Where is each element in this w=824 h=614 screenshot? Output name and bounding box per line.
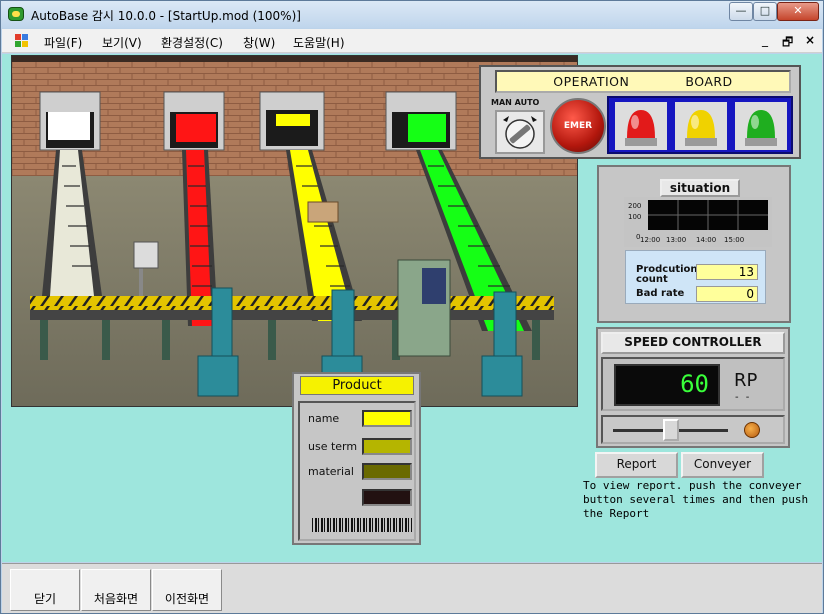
product-use-term-label: use term bbox=[308, 440, 358, 453]
title-bar[interactable]: AutoBase 감시 10.0.0 - [StartUp.mod (100%)… bbox=[1, 1, 823, 28]
mdi-restore-button[interactable]: 🗗 bbox=[782, 33, 793, 54]
speed-readout: 60 bbox=[614, 364, 720, 406]
home-screen-button[interactable]: 처음화면 bbox=[81, 569, 151, 611]
close-screen-button[interactable]: 닫기 bbox=[10, 569, 80, 611]
autobase-icon bbox=[8, 7, 24, 21]
operation-board: OPERATION BOARD MAN AUTO EMER bbox=[479, 65, 801, 159]
situation-title: situation bbox=[660, 179, 740, 197]
production-trend-chart: 200 100 0 12:00 13:00 14:00 15:00 bbox=[624, 197, 772, 247]
red-lamp-icon[interactable] bbox=[615, 102, 667, 150]
man-label: MAN bbox=[491, 98, 512, 107]
menu-file[interactable]: 파일(F) bbox=[44, 34, 82, 51]
maximize-button[interactable]: □ bbox=[753, 2, 777, 21]
lane-1-indicator bbox=[48, 112, 90, 140]
lane-2-indicator bbox=[176, 114, 216, 142]
emergency-stop-button[interactable]: EMER bbox=[550, 98, 606, 154]
window-title: AutoBase 감시 10.0.0 - [StartUp.mod (100%)… bbox=[31, 9, 301, 23]
production-count-value: 13 bbox=[696, 264, 758, 280]
x-tick-1500: 15:00 bbox=[724, 236, 744, 244]
auto-label: AUTO bbox=[514, 98, 540, 107]
operation-board-title: OPERATION BOARD bbox=[495, 70, 791, 93]
x-tick-1400: 14:00 bbox=[696, 236, 716, 244]
speed-controller-panel: SPEED CONTROLLER 60 RP - - bbox=[596, 327, 790, 448]
production-counts-box: Prodcution count 13 Bad rate 0 bbox=[625, 250, 766, 304]
y-tick-200: 200 bbox=[628, 202, 641, 210]
operation-title-left: OPERATION bbox=[553, 74, 630, 89]
previous-screen-button[interactable]: 이전화면 bbox=[152, 569, 222, 611]
signal-lamp-panel bbox=[607, 96, 793, 154]
bad-rate-label: Bad rate bbox=[636, 288, 685, 299]
product-name-swatch bbox=[362, 410, 412, 427]
operation-title-right: BOARD bbox=[685, 74, 733, 89]
product-material-label: material bbox=[308, 465, 354, 478]
document-menu-icon[interactable] bbox=[15, 34, 29, 47]
menu-window[interactable]: 창(W) bbox=[243, 34, 275, 51]
product-name-label: name bbox=[308, 412, 340, 425]
product-title: Product bbox=[300, 376, 414, 395]
speed-display-frame: 60 RP - - bbox=[601, 357, 785, 411]
conveyer-button[interactable]: Conveyer bbox=[681, 452, 764, 478]
product-extra-swatch bbox=[362, 489, 412, 506]
speed-controller-title: SPEED CONTROLLER bbox=[601, 332, 785, 354]
man-auto-labels: MAN AUTO bbox=[491, 98, 539, 107]
menu-view[interactable]: 보기(V) bbox=[102, 34, 142, 51]
minimize-button[interactable]: — bbox=[729, 2, 753, 21]
speed-unit: RP bbox=[734, 370, 758, 391]
mdi-close-button[interactable]: × bbox=[805, 33, 815, 47]
yellow-lamp-icon[interactable] bbox=[675, 102, 727, 150]
x-tick-1300: 13:00 bbox=[666, 236, 686, 244]
situation-panel: situation 200 100 0 12:00 13:00 14:00 15… bbox=[597, 165, 791, 323]
mdi-minimize-button[interactable]: _ bbox=[762, 33, 768, 47]
bottom-nav-bar: 닫기 처음화면 이전화면 bbox=[2, 563, 822, 613]
menu-bar: 파일(F) 보기(V) 환경설정(C) 창(W) 도움말(H) _ 🗗 × bbox=[2, 29, 822, 53]
speed-unit-sub: - - bbox=[735, 392, 752, 403]
barcode-icon bbox=[312, 518, 412, 532]
lane-3-indicator bbox=[276, 114, 310, 126]
product-details: name use term material bbox=[298, 401, 416, 541]
y-tick-100: 100 bbox=[628, 213, 641, 221]
menu-help[interactable]: 도움말(H) bbox=[293, 34, 345, 51]
lane-4-indicator bbox=[408, 114, 446, 142]
speed-slider-frame bbox=[601, 415, 785, 444]
production-count-label: Prodcution count bbox=[636, 264, 698, 285]
speed-slider-thumb[interactable] bbox=[662, 419, 679, 441]
report-button[interactable]: Report bbox=[595, 452, 678, 478]
report-instructions: To view report. push the conveyer button… bbox=[583, 479, 809, 520]
man-auto-selector-switch[interactable] bbox=[495, 110, 545, 154]
app-window: AutoBase 감시 10.0.0 - [StartUp.mod (100%)… bbox=[0, 0, 824, 614]
menu-settings[interactable]: 환경설정(C) bbox=[161, 34, 223, 51]
product-panel: Product name use term material bbox=[292, 372, 421, 545]
product-material-swatch bbox=[362, 463, 412, 480]
speed-knob-icon[interactable] bbox=[744, 422, 760, 438]
bad-rate-value: 0 bbox=[696, 286, 758, 302]
green-lamp-icon[interactable] bbox=[735, 102, 787, 150]
product-box bbox=[307, 201, 339, 223]
x-tick-1200: 12:00 bbox=[640, 236, 660, 244]
product-use-term-swatch bbox=[362, 438, 412, 455]
close-window-button[interactable]: ✕ bbox=[777, 2, 819, 21]
